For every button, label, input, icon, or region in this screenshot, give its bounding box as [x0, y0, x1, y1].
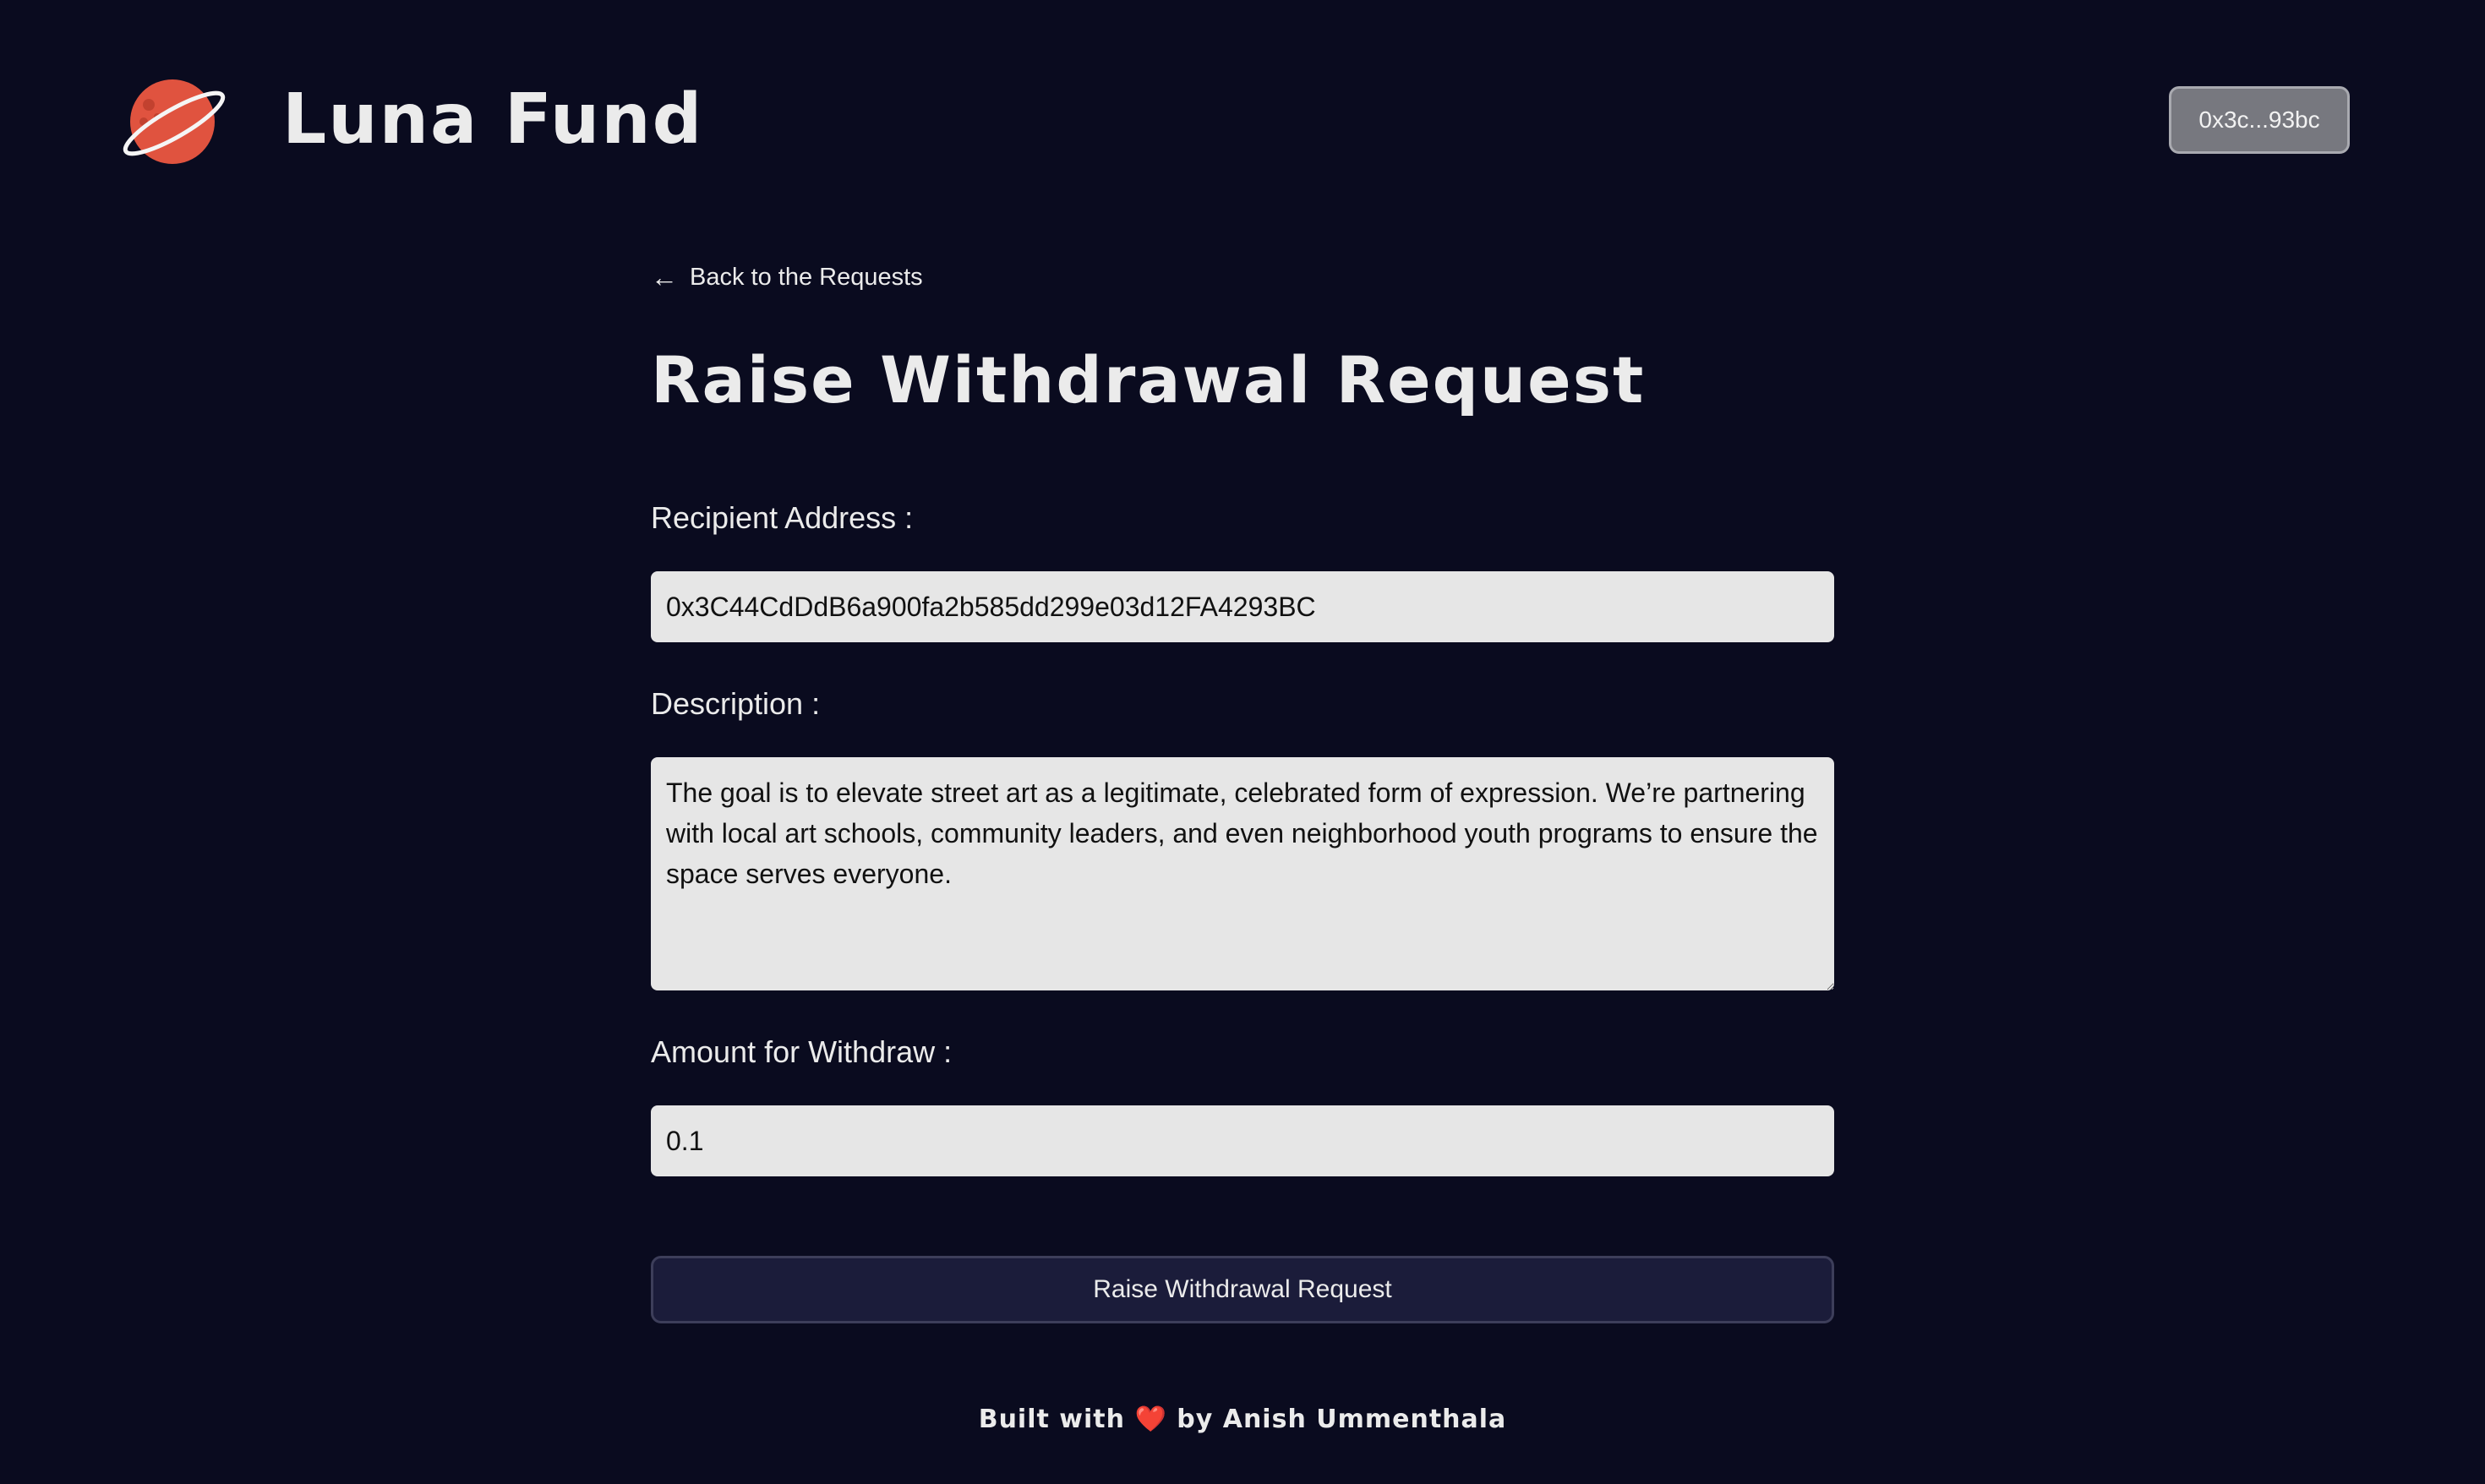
- app-header: Luna Fund 0x3c...93bc: [0, 0, 2485, 241]
- footer-author: by Anish Ummenthala: [1177, 1405, 1507, 1434]
- wallet-address-button[interactable]: 0x3c...93bc: [2169, 86, 2350, 154]
- description-textarea[interactable]: The goal is to elevate street art as a l…: [651, 757, 1834, 990]
- back-to-requests-link[interactable]: ← Back to the Requests: [651, 254, 1834, 301]
- planet-icon[interactable]: [120, 74, 230, 167]
- recipient-address-label: Recipient Address :: [651, 500, 914, 535]
- description-label: Description :: [651, 686, 821, 721]
- amount-label: Amount for Withdraw :: [651, 1034, 953, 1069]
- footer: Built with ❤️ by Anish Ummenthala: [0, 1405, 2485, 1434]
- recipient-address-input[interactable]: [651, 571, 1834, 642]
- page-title: Raise Withdrawal Request: [651, 342, 1646, 417]
- brand-name[interactable]: Luna Fund: [282, 78, 703, 162]
- raise-withdrawal-request-button[interactable]: Raise Withdrawal Request: [651, 1256, 1834, 1323]
- arrow-left-icon: ←: [651, 262, 678, 292]
- withdrawal-form-section: ← Back to the Requests Raise Withdrawal …: [651, 254, 1834, 1323]
- back-link-label: Back to the Requests: [690, 263, 923, 291]
- footer-prefix: Built with: [978, 1405, 1125, 1434]
- heart-icon: ❤️: [1134, 1405, 1167, 1434]
- amount-input[interactable]: [651, 1105, 1834, 1176]
